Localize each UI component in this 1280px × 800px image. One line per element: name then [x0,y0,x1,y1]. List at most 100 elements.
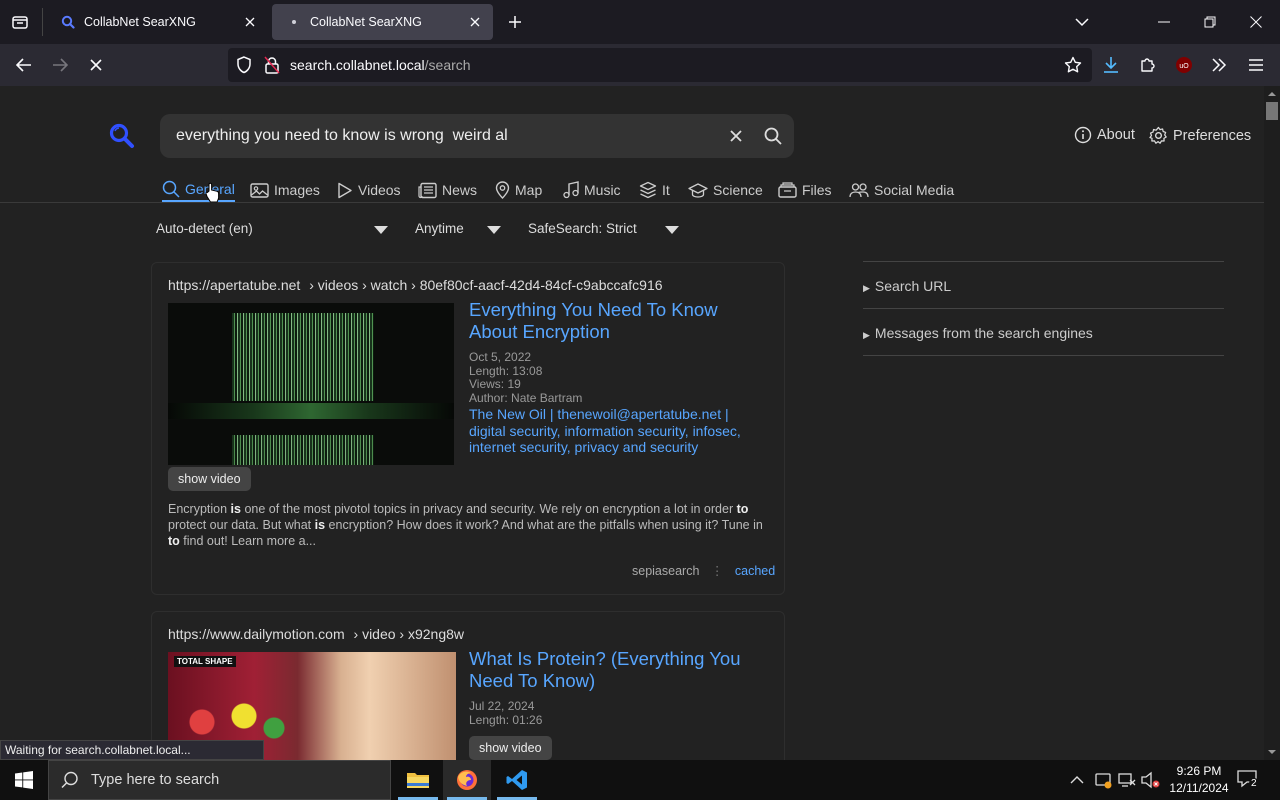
category-label: Videos [358,182,401,198]
search-form [160,114,794,158]
search-favicon-icon [60,14,76,30]
time-range-value: Anytime [415,221,464,236]
taskbar-search-placeholder: Type here to search [91,772,220,788]
map-pin-icon [495,181,510,199]
tab-active[interactable]: CollabNet SearXNG [272,4,493,40]
engine-separator: ⋮ [710,564,724,578]
files-icon [778,181,797,198]
search-input[interactable] [160,114,720,158]
arrow-left-icon [16,58,31,72]
network-icon[interactable] [1118,771,1136,794]
result-tags[interactable]: The New Oil | thenewoil@apertatube.net |… [469,406,769,456]
volume-muted-icon[interactable] [1141,771,1161,794]
people-icon [849,182,869,197]
star-icon [1064,56,1082,73]
minimize-button[interactable] [1146,8,1182,36]
insecure-lock-icon[interactable] [264,56,280,79]
back-button[interactable] [10,51,38,79]
downloads-button[interactable] [1097,51,1125,79]
scrollbar-thumb[interactable] [1266,102,1278,120]
new-tab-button[interactable] [503,10,527,34]
tab-close-icon[interactable] [240,12,260,32]
download-icon [1104,57,1118,73]
category-science[interactable]: Science [688,178,763,202]
result-url[interactable]: https://www.dailymotion.com › video › x9… [168,626,464,642]
engine-messages-section[interactable]: ▶ Messages from the search engines [863,308,1224,356]
vscode-button[interactable] [493,760,541,800]
show-hidden-icons-button[interactable] [1070,772,1084,790]
search-icon [61,771,78,789]
show-video-button[interactable]: show video [168,467,251,491]
search-result: https://apertatube.net › videos › watch … [151,262,785,595]
result-url[interactable]: https://apertatube.net › videos › watch … [168,277,663,293]
category-map[interactable]: Map [495,178,542,202]
tab-close-icon[interactable] [465,12,485,32]
category-label: News [442,182,478,198]
cached-link[interactable]: cached [735,564,775,578]
tab-overview-icon [12,16,28,29]
engine-name: sepiasearch [632,564,700,578]
clock[interactable]: 9:26 PM 12/11/2024 [1163,763,1235,797]
address-bar[interactable]: search.collabnet.local/search [228,48,1092,82]
about-link[interactable]: About [1074,126,1135,144]
firefox-icon [457,770,477,790]
url-text[interactable]: search.collabnet.local/search [290,57,471,73]
restore-button[interactable] [1192,8,1228,36]
result-length: Length: 01:26 [469,712,543,727]
scroll-up-arrow-icon[interactable] [1264,88,1280,100]
list-all-tabs-button[interactable] [1070,10,1094,34]
notification-badge: 2 [1249,778,1259,789]
category-music[interactable]: Music [563,178,621,202]
tray-update-icon[interactable] [1094,771,1112,794]
chevron-down-icon [1075,18,1089,27]
preferences-link[interactable]: Preferences [1149,126,1251,145]
category-general[interactable]: General [162,178,235,202]
caret-down-icon [374,226,388,234]
ublock-origin-button[interactable]: uO [1170,51,1198,79]
windows-taskbar: Type here to search 9:26 PM 12/11/2024 2 [0,760,1280,800]
bookmark-star-button[interactable] [1059,51,1087,79]
category-videos[interactable]: Videos [337,178,401,202]
category-social-media[interactable]: Social Media [849,178,954,202]
category-files[interactable]: Files [778,178,832,202]
search-url-label: Search URL [874,278,952,294]
language-select[interactable]: Auto-detect (en) [156,221,390,236]
taskbar-search-box[interactable]: Type here to search [48,760,391,800]
stop-button[interactable] [82,51,110,79]
video-thumbnail[interactable] [168,303,454,465]
tab-inactive[interactable]: CollabNet SearXNG [46,4,268,40]
page-scrollbar[interactable] [1264,86,1280,760]
clock-time: 9:26 PM [1176,764,1222,778]
engine-messages-label: Messages from the search engines [874,325,1093,341]
category-news[interactable]: News [418,178,477,202]
firefox-button[interactable] [443,760,491,800]
forward-button[interactable] [46,51,74,79]
about-label: About [1097,127,1135,143]
result-title-link[interactable]: Everything You Need To Know About Encryp… [469,299,769,343]
start-button[interactable] [0,760,48,800]
safesearch-select[interactable]: SafeSearch: Strict [528,221,680,236]
loading-dot-icon [286,14,302,30]
clear-search-button[interactable] [726,126,746,146]
extensions-button[interactable] [1134,51,1162,79]
searxng-logo-icon[interactable] [108,122,136,155]
layers-icon [639,181,657,199]
time-range-select[interactable]: Anytime [415,221,503,236]
close-window-button[interactable] [1238,8,1274,36]
shield-icon[interactable] [236,56,252,79]
category-images[interactable]: Images [250,178,320,202]
search-url-section[interactable]: ▶ Search URL [863,261,1224,308]
category-it[interactable]: It [639,178,670,202]
file-explorer-button[interactable] [394,760,442,800]
notification-center-button[interactable]: 2 [1237,770,1259,793]
result-title-link[interactable]: What Is Protein? (Everything You Need To… [469,648,769,692]
safesearch-value: SafeSearch: Strict [528,221,637,236]
show-video-button[interactable]: show video [469,736,552,760]
tab-overview-button[interactable] [8,10,32,34]
search-submit-button[interactable] [762,125,784,147]
more-tools-button[interactable] [1205,51,1233,79]
app-menu-button[interactable] [1242,51,1270,79]
scroll-down-arrow-icon[interactable] [1264,746,1280,758]
tab-title: CollabNet SearXNG [310,15,422,29]
result-url-host: https://www.dailymotion.com [168,626,345,642]
